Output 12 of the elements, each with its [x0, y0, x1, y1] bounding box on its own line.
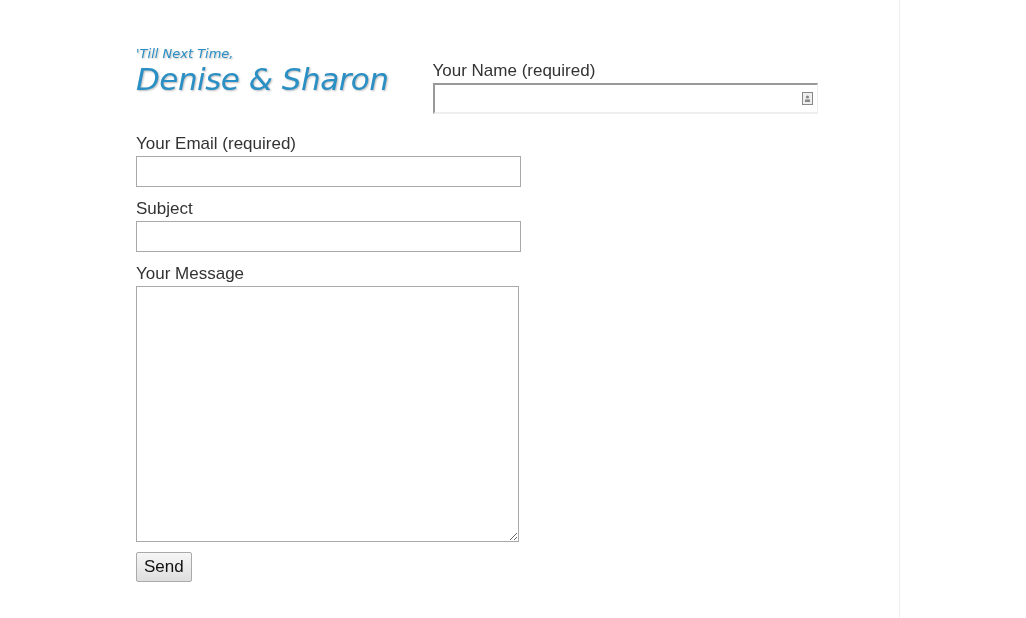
field-label: Subject [136, 199, 193, 219]
contact-card-icon[interactable] [801, 92, 813, 105]
logo-tagline: 'Till Next Time, [136, 46, 235, 62]
input-field[interactable] [136, 156, 521, 187]
field-label: Your Email (required) [136, 134, 296, 154]
input-field[interactable] [136, 221, 521, 252]
field-label: Your Name (required) [432, 61, 596, 81]
logo-title: Denise & Sharon [136, 62, 389, 96]
input-field[interactable] [432, 83, 818, 114]
message-field[interactable] [136, 286, 519, 542]
field-label: Your Message [136, 264, 245, 284]
send-button[interactable]: Send [136, 552, 192, 582]
